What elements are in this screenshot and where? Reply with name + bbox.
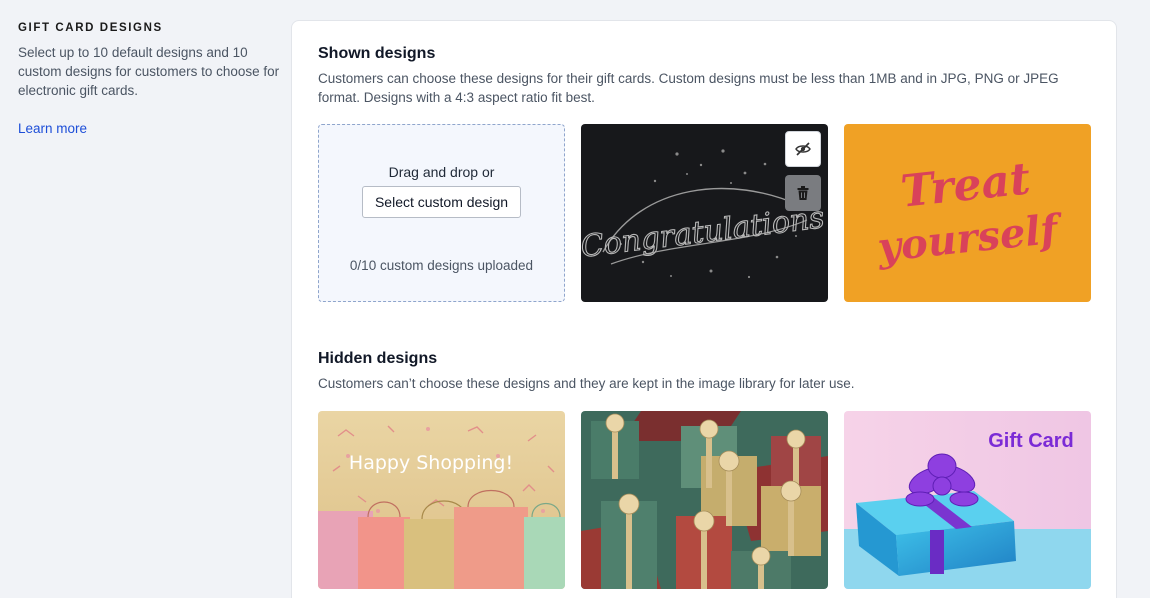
shown-designs-description: Customers can choose these designs for t…: [318, 71, 1059, 105]
design-card-congratulations[interactable]: Congratulations: [581, 124, 828, 302]
hidden-designs-title: Hidden designs: [318, 350, 438, 367]
delete-design-button[interactable]: [785, 175, 821, 211]
gift-card-present-image: Gift Card: [844, 411, 1091, 589]
shown-designs-title: Shown designs: [318, 45, 436, 62]
happy-shopping-text: Happy Shopping!: [349, 452, 513, 474]
design-card-happy-shopping[interactable]: Happy Shopping!: [318, 411, 565, 589]
hidden-designs-description: Customers can’t choose these designs and…: [318, 376, 855, 391]
gift-card-text: Gift Card: [988, 430, 1074, 452]
upload-count: 0/10 custom designs uploaded: [349, 258, 534, 273]
gift-boxes-image: [581, 411, 828, 589]
custom-design-dropzone[interactable]: Drag and drop or Select custom design 0/…: [318, 124, 565, 302]
design-card-gift-boxes[interactable]: [581, 411, 828, 589]
select-custom-design-button[interactable]: Select custom design: [361, 186, 522, 218]
treat-yourself-image: Treat yourself: [844, 124, 1091, 302]
section-heading: GIFT CARD DESIGNS: [18, 22, 163, 34]
design-card-gift-card[interactable]: Gift Card: [844, 411, 1091, 589]
hide-design-button[interactable]: [785, 131, 821, 167]
trash-icon: [797, 186, 809, 200]
design-card-treat-yourself[interactable]: Treat yourself: [844, 124, 1091, 302]
learn-more-link[interactable]: Learn more: [18, 121, 87, 136]
eye-slash-icon: [795, 142, 811, 156]
designs-panel: Shown designs Customers can choose these…: [291, 20, 1117, 598]
settings-sidebar: GIFT CARD DESIGNS Select up to 10 defaul…: [18, 22, 280, 138]
section-description: Select up to 10 default designs and 10 c…: [18, 45, 280, 98]
happy-shopping-image: Happy Shopping!: [318, 411, 565, 589]
dropzone-text: Drag and drop or: [388, 164, 495, 180]
